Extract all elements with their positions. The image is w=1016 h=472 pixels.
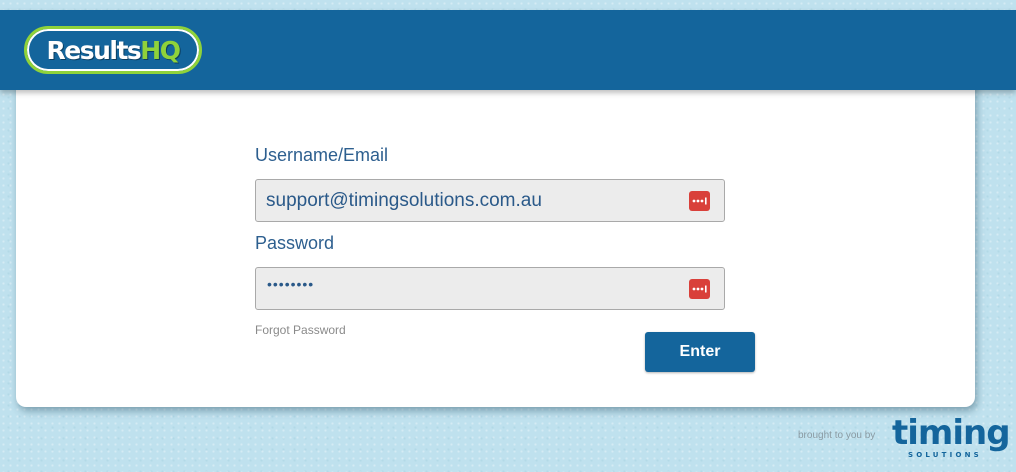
timing-logo-text: timing: [892, 413, 1011, 453]
brought-to-you-text: brought to you by: [798, 430, 876, 441]
username-value: support@timingsolutions.com.au: [266, 190, 542, 211]
login-card: [16, 60, 975, 407]
timing-solutions-logo[interactable]: timing SOLUTIONS: [892, 416, 1011, 464]
username-input[interactable]: support@timingsolutions.com.au: [255, 179, 725, 222]
password-manager-icon[interactable]: [689, 279, 710, 299]
password-manager-icon[interactable]: [689, 191, 710, 211]
solutions-logo-text: SOLUTIONS: [908, 451, 982, 459]
enter-button[interactable]: Enter: [645, 332, 755, 372]
password-label: Password: [255, 233, 335, 253]
logo-hq-text: HQ: [140, 35, 181, 65]
app-header: Results HQ: [0, 10, 1016, 90]
password-value: ••••••••: [267, 276, 315, 292]
forgot-password-link[interactable]: Forgot Password: [255, 324, 346, 336]
password-input[interactable]: ••••••••: [255, 267, 725, 310]
username-label: Username/Email: [255, 145, 389, 165]
logo-results-text: Results: [46, 35, 142, 65]
resultshq-logo[interactable]: Results HQ: [24, 26, 202, 74]
